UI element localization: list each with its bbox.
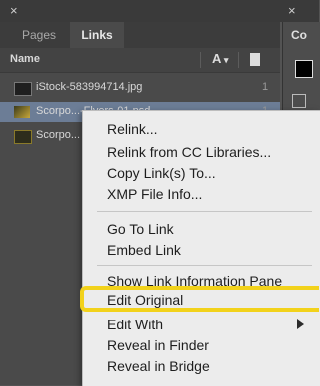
thumbnail-icon [14, 82, 32, 96]
submenu-arrow-icon [297, 319, 304, 329]
context-menu: Relink... Relink from CC Libraries... Co… [82, 110, 320, 386]
panel-option-icon[interactable] [292, 94, 306, 108]
tab-pages[interactable]: Pages [8, 22, 70, 48]
menu-item-xmp-file-info[interactable]: XMP File Info... [107, 186, 202, 202]
highlight-frame [80, 286, 319, 312]
thumbnail-icon [14, 106, 30, 118]
menu-separator [97, 265, 312, 266]
link-filename: Scorpo... [36, 129, 81, 141]
panel-tab-bar: Pages Links [0, 22, 280, 62]
link-filename: iStock-583994714.jpg [36, 81, 143, 93]
menu-item-edit-with[interactable]: Edit With [107, 320, 163, 332]
thumbnail-icon [14, 130, 32, 144]
menu-item-reveal-in-bridge[interactable]: Reveal in Bridge [107, 358, 210, 374]
panel-title-strip [0, 0, 319, 22]
menu-item-embed-link[interactable]: Embed Link [107, 242, 181, 258]
color-swatch[interactable] [295, 60, 313, 78]
column-divider [200, 52, 201, 68]
list-item[interactable]: iStock-583994714.jpg 1 [0, 78, 280, 98]
links-column-header: Name A ▾ [0, 48, 280, 73]
menu-item-reveal-in-finder[interactable]: Reveal in Finder [107, 337, 209, 353]
menu-item-go-to-link[interactable]: Go To Link [107, 221, 174, 237]
sort-status-icon[interactable]: A ▾ [212, 51, 228, 66]
tab-color[interactable]: Co [291, 28, 307, 42]
close-icon[interactable]: × [288, 4, 296, 17]
column-divider [238, 52, 239, 68]
menu-item-relink[interactable]: Relink... [107, 121, 158, 137]
page-icon[interactable] [250, 53, 260, 66]
close-icon[interactable]: × [10, 4, 18, 17]
tab-links[interactable]: Links [70, 22, 124, 48]
link-page-number: 1 [262, 81, 269, 93]
menu-separator [97, 211, 312, 212]
menu-item-copy-links-to[interactable]: Copy Link(s) To... [107, 165, 216, 181]
menu-item-relink-cc-libraries[interactable]: Relink from CC Libraries... [107, 144, 271, 160]
column-name-label[interactable]: Name [10, 53, 40, 65]
